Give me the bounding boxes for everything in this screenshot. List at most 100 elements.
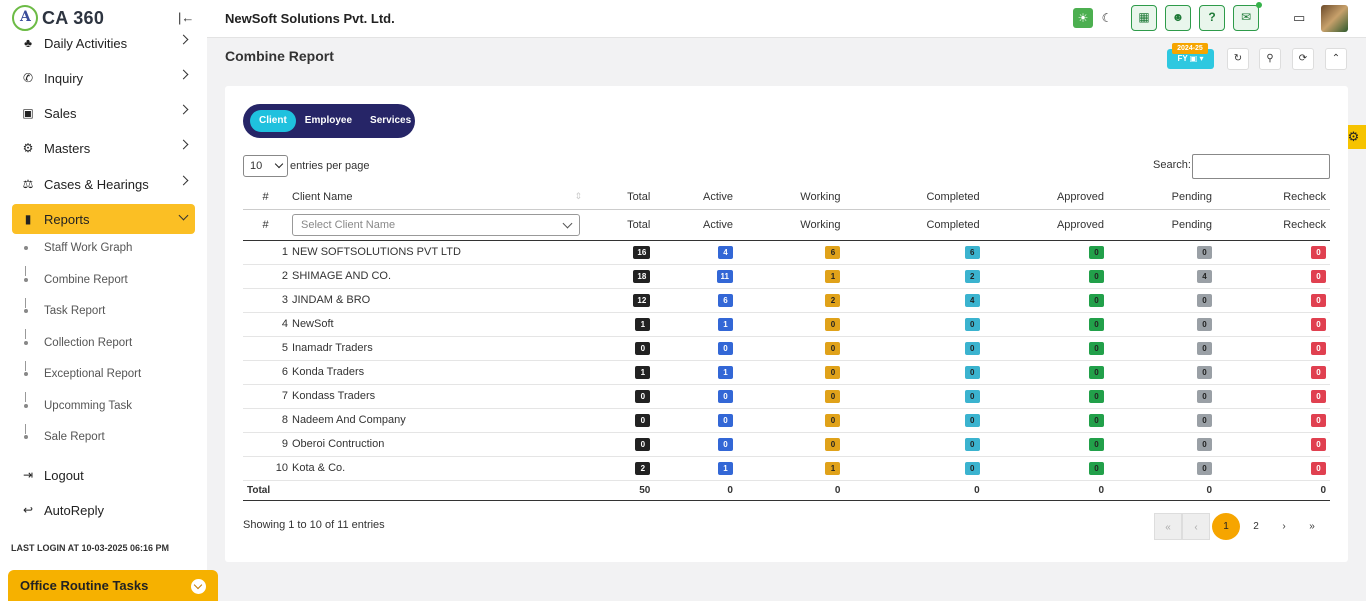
count-badge[interactable]: 0 (1089, 365, 1105, 379)
count-badge[interactable]: 0 (635, 341, 651, 355)
count-badge[interactable]: 1 (717, 317, 733, 331)
count-badge[interactable]: 0 (825, 389, 841, 403)
submenu-combine-report[interactable]: Combine Report (44, 274, 128, 286)
page-1-button[interactable]: 1 (1212, 513, 1240, 540)
message-icon[interactable]: ▭ (1293, 10, 1305, 26)
count-badge[interactable]: 2 (825, 293, 841, 307)
count-badge[interactable]: 0 (1311, 389, 1326, 403)
count-badge[interactable]: 1 (825, 269, 841, 283)
count-badge[interactable]: 0 (964, 461, 980, 475)
col-header-pending[interactable]: Pending (1108, 185, 1217, 210)
count-badge[interactable]: 0 (964, 341, 980, 355)
count-badge[interactable]: 0 (825, 317, 841, 331)
col-header-approved[interactable]: Approved (983, 185, 1109, 210)
count-badge[interactable]: 1 (635, 317, 651, 331)
count-badge[interactable]: 0 (964, 317, 980, 331)
submenu-upcomming-task[interactable]: Upcomming Task (44, 400, 132, 412)
page-2-button[interactable]: 2 (1242, 513, 1270, 540)
count-badge[interactable]: 0 (635, 389, 651, 403)
pin-icon[interactable]: ⚲ (1259, 48, 1281, 70)
sidebar-item-inquiry[interactable]: ✆ Inquiry (12, 63, 195, 93)
count-badge[interactable]: 12 (633, 293, 651, 307)
submenu-collection-report[interactable]: Collection Report (44, 337, 132, 349)
count-badge[interactable]: 0 (825, 341, 841, 355)
count-badge[interactable]: 0 (964, 389, 980, 403)
count-badge[interactable]: 0 (1311, 341, 1326, 355)
count-badge[interactable]: 0 (1197, 317, 1213, 331)
submenu-sale-report[interactable]: Sale Report (44, 431, 105, 443)
sidebar-item-sales[interactable]: ▣ Sales (12, 98, 195, 128)
count-badge[interactable]: 0 (717, 341, 733, 355)
count-badge[interactable]: 0 (635, 413, 651, 427)
count-badge[interactable]: 0 (1089, 341, 1105, 355)
moon-icon[interactable]: ☾ (1097, 8, 1117, 28)
submenu-staff-work-graph[interactable]: Staff Work Graph (44, 242, 132, 254)
users-icon[interactable]: ☻ (1165, 5, 1191, 31)
count-badge[interactable]: 0 (717, 437, 733, 451)
count-badge[interactable]: 11 (716, 269, 733, 283)
logout-button[interactable]: ⇥ Logout (12, 460, 195, 490)
count-badge[interactable]: 0 (1311, 437, 1326, 451)
count-badge[interactable]: 0 (964, 413, 980, 427)
sort-icon[interactable]: ⇕ (574, 191, 582, 202)
sidebar-item-cases-hearings[interactable]: ⚖ Cases & Hearings (12, 169, 195, 199)
autoreply-button[interactable]: ↩ AutoReply (12, 495, 195, 525)
count-badge[interactable]: 0 (1311, 269, 1326, 283)
col-header-recheck[interactable]: Recheck (1216, 185, 1330, 210)
count-badge[interactable]: 0 (1311, 365, 1326, 379)
entries-select[interactable]: 10 (243, 155, 288, 177)
count-badge[interactable]: 0 (1089, 245, 1105, 259)
count-badge[interactable]: 16 (633, 245, 651, 259)
chevron-down-icon[interactable] (191, 579, 206, 594)
help-icon[interactable]: ? (1199, 5, 1225, 31)
collapse-up-icon[interactable]: ⌃ (1325, 48, 1347, 70)
count-badge[interactable]: 0 (1311, 293, 1326, 307)
count-badge[interactable]: 0 (1089, 437, 1105, 451)
theme-switch[interactable]: ☀ ☾ (1073, 6, 1119, 30)
count-badge[interactable]: 1 (635, 365, 651, 379)
tab-services[interactable]: Services (361, 110, 420, 132)
count-badge[interactable]: 0 (1311, 245, 1326, 259)
col-header-index[interactable]: # (243, 185, 288, 210)
count-badge[interactable]: 6 (825, 245, 841, 259)
sidebar-item-masters[interactable]: ⚙ Masters (12, 133, 195, 163)
count-badge[interactable]: 0 (1089, 317, 1105, 331)
count-badge[interactable]: 1 (825, 461, 841, 475)
count-badge[interactable]: 6 (964, 245, 980, 259)
page-next-button[interactable]: › (1270, 513, 1298, 540)
sun-icon[interactable]: ☀ (1073, 8, 1093, 28)
count-badge[interactable]: 0 (1197, 341, 1213, 355)
page-first-button[interactable]: « (1154, 513, 1182, 540)
count-badge[interactable]: 0 (825, 413, 841, 427)
count-badge[interactable]: 0 (1197, 293, 1213, 307)
col-header-client-name[interactable]: Client Name ⇕ (288, 185, 588, 210)
count-badge[interactable]: 0 (1197, 389, 1213, 403)
page-prev-button[interactable]: ‹ (1182, 513, 1210, 540)
count-badge[interactable]: 0 (635, 437, 651, 451)
qr-icon[interactable]: ▦ (1131, 5, 1157, 31)
count-badge[interactable]: 1 (717, 365, 733, 379)
count-badge[interactable]: 0 (1197, 437, 1213, 451)
count-badge[interactable]: 2 (964, 269, 980, 283)
count-badge[interactable]: 0 (717, 389, 733, 403)
submenu-exceptional-report[interactable]: Exceptional Report (44, 368, 141, 380)
count-badge[interactable]: 0 (1089, 269, 1105, 283)
col-header-total[interactable]: Total (588, 185, 655, 210)
megaphone-icon[interactable]: ✉ (1233, 2, 1262, 31)
sidebar-item-reports[interactable]: ▮ Reports (12, 204, 195, 234)
count-badge[interactable]: 0 (1089, 293, 1105, 307)
page-last-button[interactable]: » (1298, 513, 1326, 540)
count-badge[interactable]: 0 (825, 437, 841, 451)
count-badge[interactable]: 0 (1197, 245, 1213, 259)
client-name-filter[interactable]: Select Client Name (292, 213, 580, 236)
count-badge[interactable]: 0 (1089, 389, 1105, 403)
count-badge[interactable]: 18 (633, 269, 651, 283)
count-badge[interactable]: 2 (635, 461, 651, 475)
count-badge[interactable]: 0 (1311, 461, 1326, 475)
count-badge[interactable]: 1 (717, 461, 733, 475)
office-routine-tasks-bar[interactable]: Office Routine Tasks (8, 570, 218, 601)
col-header-working[interactable]: Working (736, 185, 845, 210)
count-badge[interactable]: 0 (717, 413, 733, 427)
sidebar-item-daily-activities[interactable]: ♣ Daily Activities (12, 28, 195, 58)
count-badge[interactable]: 0 (825, 365, 841, 379)
